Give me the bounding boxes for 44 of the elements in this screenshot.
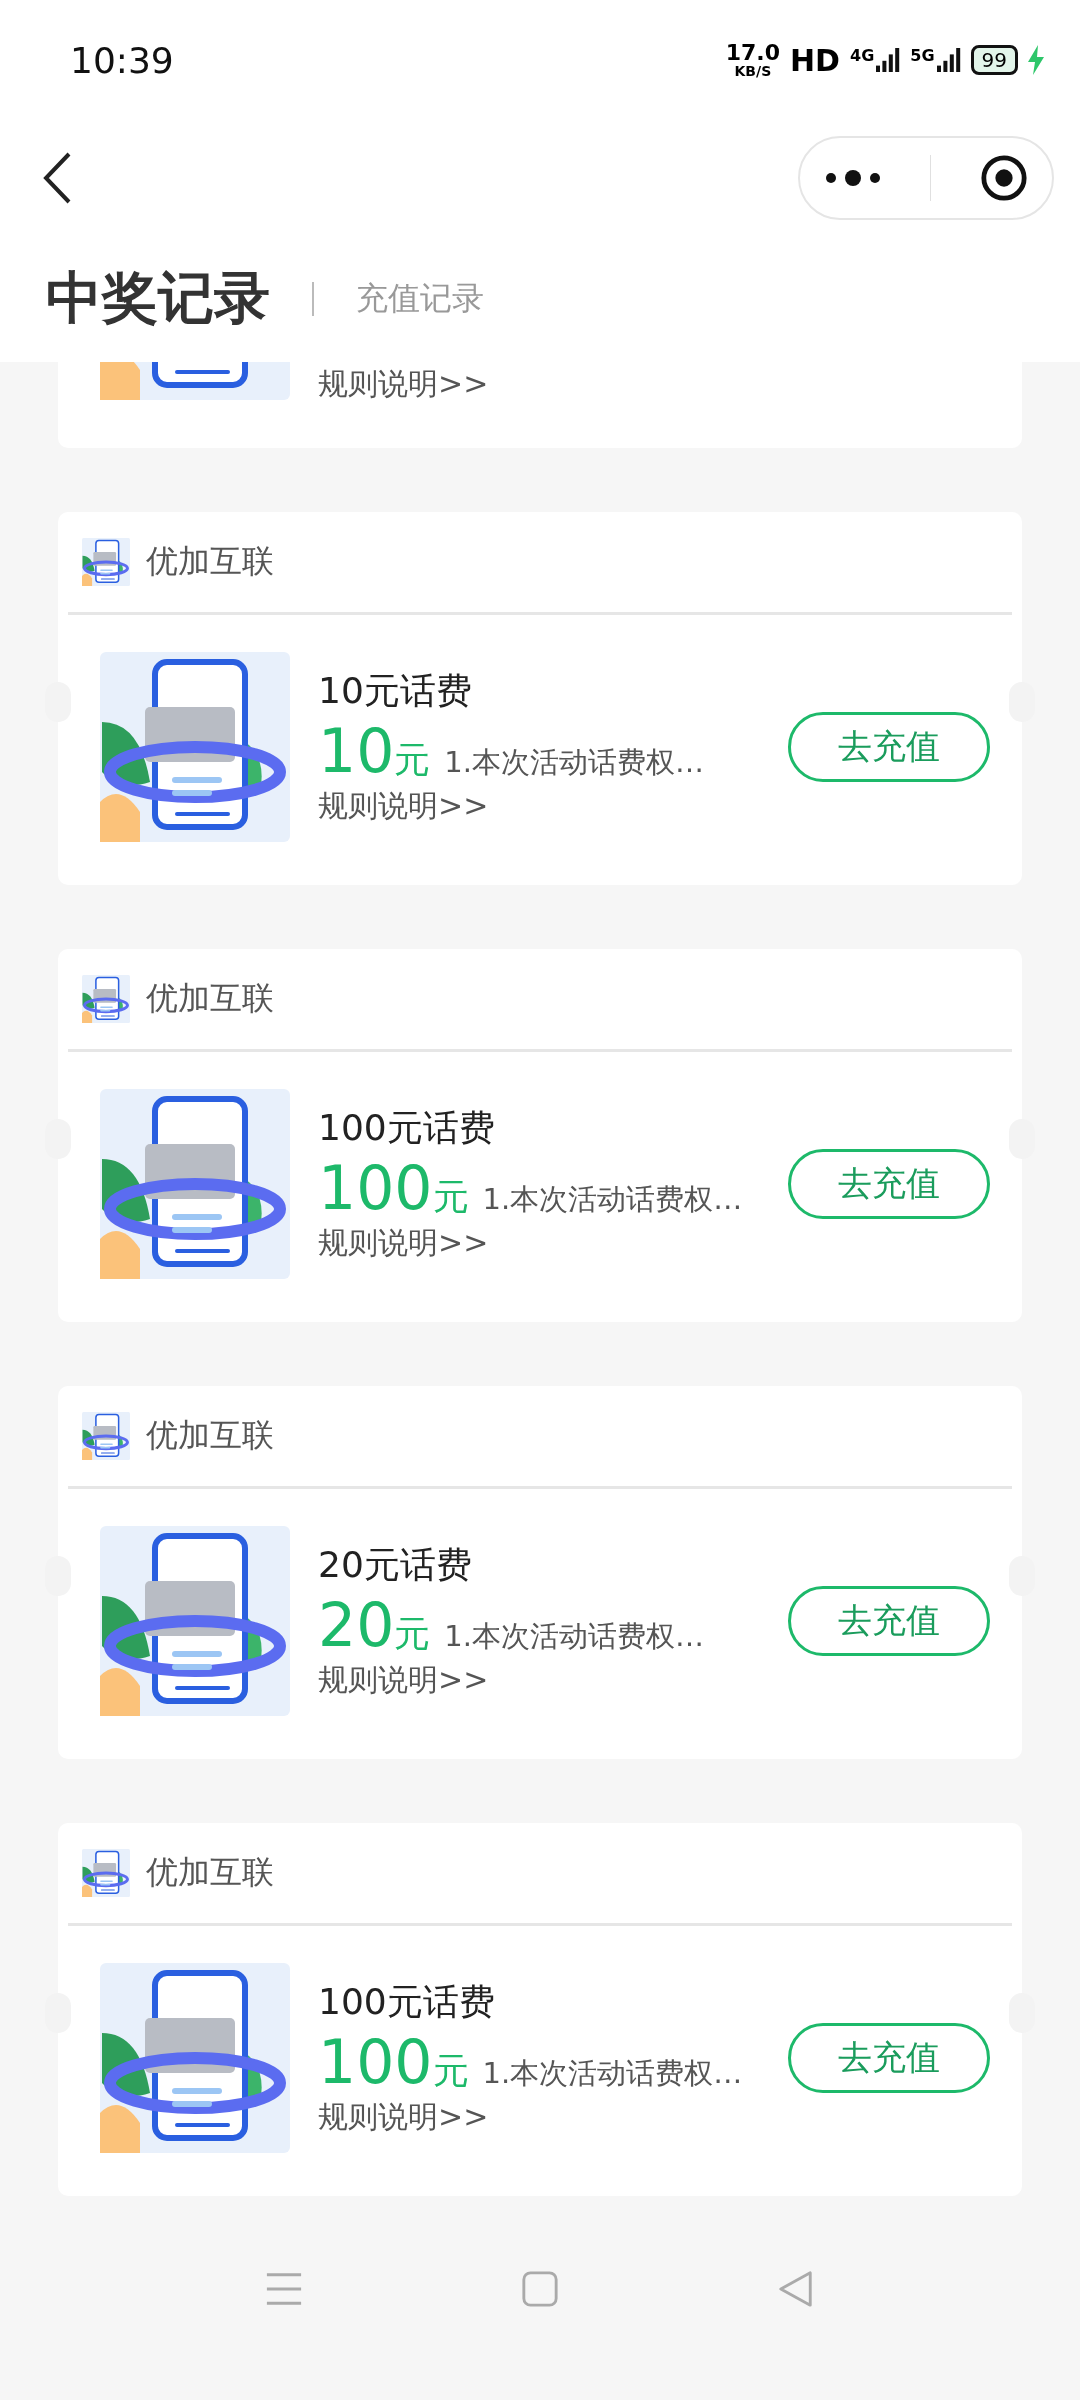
prize-amount: 20 <box>318 1590 395 1660</box>
clock-time: 10:39 <box>70 39 174 81</box>
prize-title: 10元话费 <box>318 669 473 713</box>
brand-logo-icon <box>82 1412 130 1460</box>
hd-label: HD <box>790 42 840 78</box>
battery-level: 99 <box>970 45 1018 75</box>
prize-title: 20元话费 <box>318 1543 473 1587</box>
currency-unit: 元 <box>394 1612 431 1656</box>
recharge-button[interactable]: 去充值 <box>788 712 990 782</box>
brand-name: 优加互联 <box>146 978 274 1019</box>
prize-description: 1.本次活动话费权… <box>444 1618 705 1655</box>
signal-icon <box>876 46 901 74</box>
network-type-label: 4G <box>850 46 875 65</box>
rules-link[interactable]: 规则说明>> <box>318 1660 784 1701</box>
network-type-label: 5G <box>910 46 935 65</box>
brand-logo-icon <box>82 538 130 586</box>
recharge-button[interactable]: 去充值 <box>788 2023 990 2093</box>
prize-amount: 100 <box>318 2027 433 2097</box>
recharge-button[interactable]: 去充值 <box>788 1586 990 1656</box>
prize-description: 1.本次活动话费权… <box>482 1181 743 1218</box>
rules-link[interactable]: 规则说明>> <box>318 2097 784 2138</box>
target-icon[interactable] <box>979 153 1028 202</box>
network-speed: 17.0 KB/S <box>725 42 780 78</box>
brand-name: 优加互联 <box>146 1415 274 1456</box>
prize-amount: 100 <box>318 1153 433 1223</box>
brand-logo-icon <box>82 1849 130 1897</box>
currency-unit: 元 <box>432 1175 469 1219</box>
prize-description: 1.本次活动话费权… <box>444 744 705 781</box>
prize-title: 100元话费 <box>318 1980 496 2024</box>
prize-title: 100元话费 <box>318 1106 496 1150</box>
signal-icon <box>936 46 961 74</box>
more-icon[interactable] <box>824 169 881 186</box>
rules-link[interactable]: 规则说明>> <box>318 366 489 402</box>
recharge-button[interactable]: 去充值 <box>788 1149 990 1219</box>
rules-link[interactable]: 规则说明>> <box>318 1223 784 1264</box>
brand-name: 优加互联 <box>146 541 274 582</box>
brand-logo-icon <box>82 975 130 1023</box>
rules-link[interactable]: 规则说明>> <box>318 786 784 827</box>
back-icon[interactable] <box>42 150 72 205</box>
currency-unit: 元 <box>432 2049 469 2093</box>
currency-unit: 元 <box>394 738 431 782</box>
prize-description: 1.本次活动话费权… <box>482 2055 743 2092</box>
brand-name: 优加互联 <box>146 1852 274 1893</box>
prize-amount: 10 <box>318 716 395 786</box>
